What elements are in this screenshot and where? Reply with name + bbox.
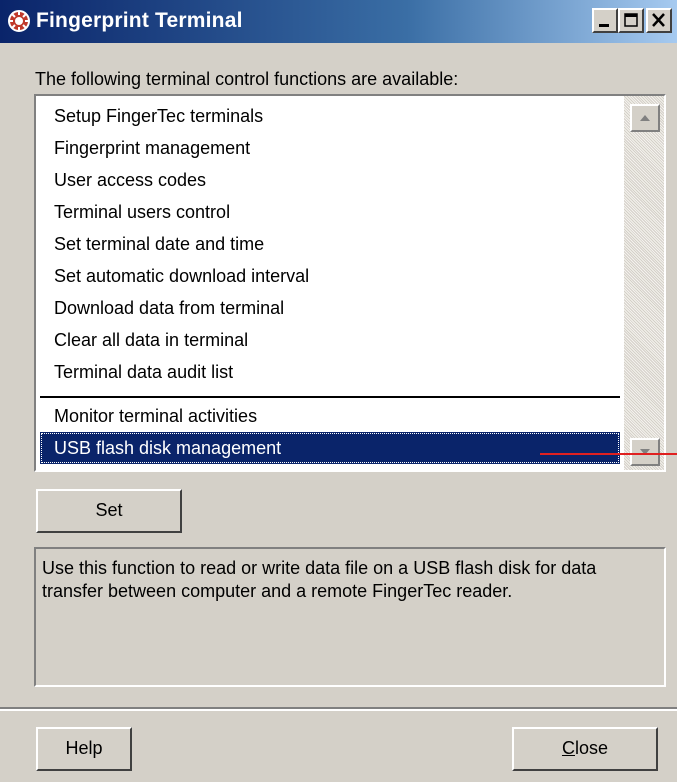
maximize-button[interactable] xyxy=(618,8,644,33)
minimize-button[interactable] xyxy=(592,8,618,33)
list-item-set-terminal-date-time[interactable]: Set terminal date and time xyxy=(40,228,620,260)
list-item-set-auto-download-interval[interactable]: Set automatic download interval xyxy=(40,260,620,292)
scroll-up-button[interactable] xyxy=(630,104,660,132)
list-item-fingerprint-management[interactable]: Fingerprint management xyxy=(40,132,620,164)
close-button-mnemonic: C xyxy=(561,738,575,758)
annotation-pointer-line xyxy=(540,453,677,455)
maximize-icon xyxy=(624,13,638,27)
fingertec-icon xyxy=(8,10,30,32)
list-item-usb-flash-disk-management[interactable]: USB flash disk management xyxy=(40,432,620,464)
list-item-setup-fingertec-terminals[interactable]: Setup FingerTec terminals xyxy=(40,100,620,132)
list-separator xyxy=(40,396,620,398)
scroll-down-button[interactable] xyxy=(630,438,660,466)
close-button[interactable]: Close xyxy=(512,727,658,771)
list-item-download-data[interactable]: Download data from terminal xyxy=(40,292,620,324)
set-button[interactable]: Set xyxy=(36,489,182,533)
function-description: Use this function to read or write data … xyxy=(34,547,666,687)
close-window-button[interactable] xyxy=(646,8,672,33)
footer-divider xyxy=(0,707,677,711)
title-bar[interactable]: Fingerprint Terminal xyxy=(0,0,677,43)
arrow-up-icon xyxy=(640,115,650,121)
minimize-icon xyxy=(599,24,609,27)
help-button[interactable]: Help xyxy=(36,727,132,771)
functions-listbox[interactable]: Setup FingerTec terminals Fingerprint ma… xyxy=(34,94,666,472)
list-item-terminal-users-control[interactable]: Terminal users control xyxy=(40,196,620,228)
list-item-monitor-terminal-activities[interactable]: Monitor terminal activities xyxy=(40,400,620,432)
fingerprint-terminal-window: Fingerprint Terminal The following termi… xyxy=(0,0,677,782)
close-icon xyxy=(652,13,665,27)
list-item-terminal-data-audit-list[interactable]: Terminal data audit list xyxy=(40,356,620,388)
arrow-down-icon xyxy=(640,449,650,455)
listbox-scrollbar[interactable] xyxy=(624,96,664,470)
list-item-user-access-codes[interactable]: User access codes xyxy=(40,164,620,196)
close-button-label: lose xyxy=(574,738,609,758)
list-item-clear-all-data[interactable]: Clear all data in terminal xyxy=(40,324,620,356)
window-title: Fingerprint Terminal xyxy=(36,9,243,32)
intro-label: The following terminal control functions… xyxy=(35,69,459,89)
